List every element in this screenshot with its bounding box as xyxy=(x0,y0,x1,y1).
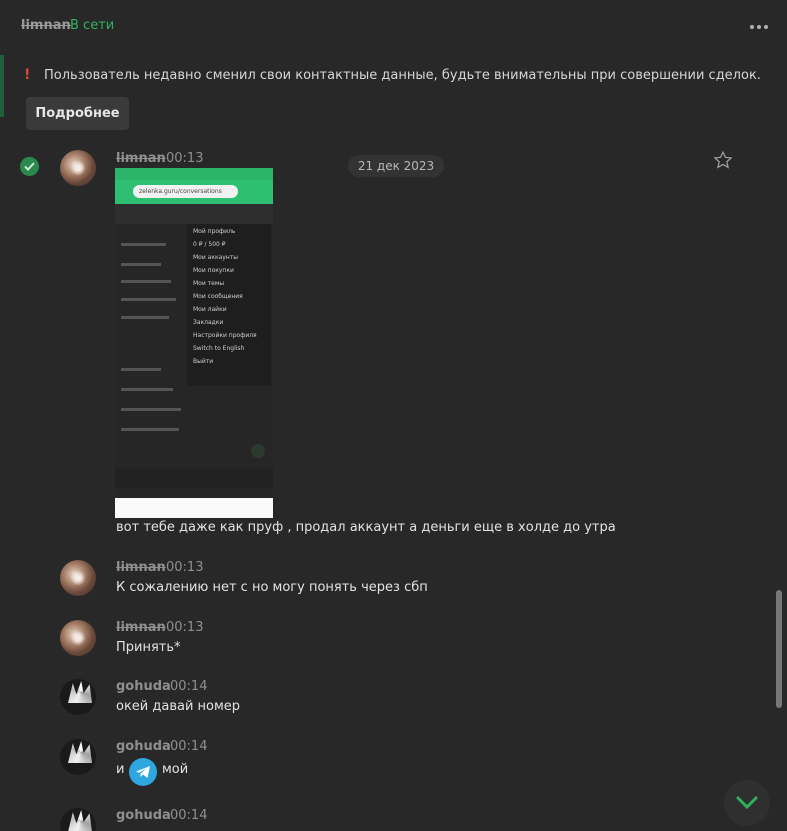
chat-preview-line xyxy=(121,243,166,246)
menu-item: Закладки xyxy=(193,319,224,326)
chat-preview-line xyxy=(121,280,171,283)
star-icon[interactable] xyxy=(713,150,733,174)
online-status: В сети xyxy=(70,18,115,33)
user-dropdown-menu: Мой профиль 0 ₽ / 500 ₽ Мои аккаунты Мои… xyxy=(187,224,271,386)
message-time: 00:13 xyxy=(166,560,204,575)
menu-item: Мои покупки xyxy=(193,267,234,274)
menu-item: Мои аккаунты xyxy=(193,254,238,261)
message-time: 00:14 xyxy=(170,679,208,694)
date-divider: 21 дек 2023 xyxy=(348,155,444,177)
chat-preview-line xyxy=(121,368,161,371)
avatar[interactable] xyxy=(60,560,96,596)
site-topbar xyxy=(115,204,273,224)
contact-change-warning: ! Пользователь недавно сменил свои конта… xyxy=(0,55,787,133)
phone-status-bar xyxy=(115,168,273,180)
avatar[interactable] xyxy=(60,150,96,186)
menu-item: Настройки профиля xyxy=(193,332,257,339)
avatar[interactable] xyxy=(60,739,96,775)
menu-item: Switch to English xyxy=(193,345,245,352)
message-time: 00:14 xyxy=(170,739,208,754)
telegram-icon[interactable] xyxy=(129,758,157,786)
chat-preview-line xyxy=(121,263,161,266)
chat-header: limnan В сети xyxy=(0,0,787,54)
message-author[interactable]: gohuda xyxy=(116,739,171,754)
read-check-icon xyxy=(20,157,39,176)
message-author[interactable]: gohuda xyxy=(116,679,171,694)
chat-preview-line xyxy=(121,388,173,391)
message-author[interactable]: limnan xyxy=(116,560,166,575)
menu-item: Мои темы xyxy=(193,280,225,287)
scroll-to-bottom-button[interactable] xyxy=(724,780,770,826)
browser-url: zelenka.guru/conversations xyxy=(133,185,238,198)
phone-nav-bar xyxy=(115,498,273,518)
message-text: Принять* xyxy=(116,640,181,655)
message-time: 00:13 xyxy=(166,620,204,635)
message-text: окей давай номер xyxy=(116,699,241,714)
menu-item: Мои сообщения xyxy=(193,293,243,300)
exclamation-icon: ! xyxy=(24,67,31,83)
avatar[interactable] xyxy=(60,620,96,656)
warning-text: Пользователь недавно сменил свои контакт… xyxy=(44,68,761,83)
scroll-down-icon xyxy=(251,444,265,458)
message-time: 00:14 xyxy=(170,808,208,823)
message-text-before: и xyxy=(116,762,125,777)
chat-preview-line xyxy=(121,298,176,301)
more-info-button[interactable]: Подробнее xyxy=(26,97,129,130)
warning-accent-bar xyxy=(0,55,4,117)
message-time: 00:13 xyxy=(166,151,204,166)
message-author[interactable]: limnan xyxy=(116,620,166,635)
header-username[interactable]: limnan xyxy=(21,18,71,33)
chat-preview-line xyxy=(121,428,179,431)
message-author[interactable]: gohuda xyxy=(116,808,171,823)
more-options-icon[interactable] xyxy=(750,25,768,29)
menu-item: Выйти xyxy=(193,358,214,365)
menu-item: 0 ₽ / 500 ₽ xyxy=(193,241,226,248)
menu-item: Мой профиль xyxy=(193,228,236,235)
message-author[interactable]: limnan xyxy=(116,151,166,166)
chat-preview-line xyxy=(121,408,181,411)
chevron-down-icon xyxy=(736,796,758,810)
message-input-bar xyxy=(115,468,273,488)
chat-preview-line xyxy=(121,316,169,319)
avatar[interactable] xyxy=(60,679,96,715)
attached-screenshot[interactable]: zelenka.guru/conversations Мой профиль 0… xyxy=(115,168,273,518)
scrollbar[interactable] xyxy=(776,590,782,708)
message-text-after: мой xyxy=(162,762,189,777)
message-text: вот тебе даже как пруф , продал аккаунт … xyxy=(116,520,616,535)
menu-item: Мои лайки xyxy=(193,306,227,313)
message-text: К сожалению нет с но могу понять через с… xyxy=(116,580,428,595)
avatar[interactable] xyxy=(60,808,96,831)
